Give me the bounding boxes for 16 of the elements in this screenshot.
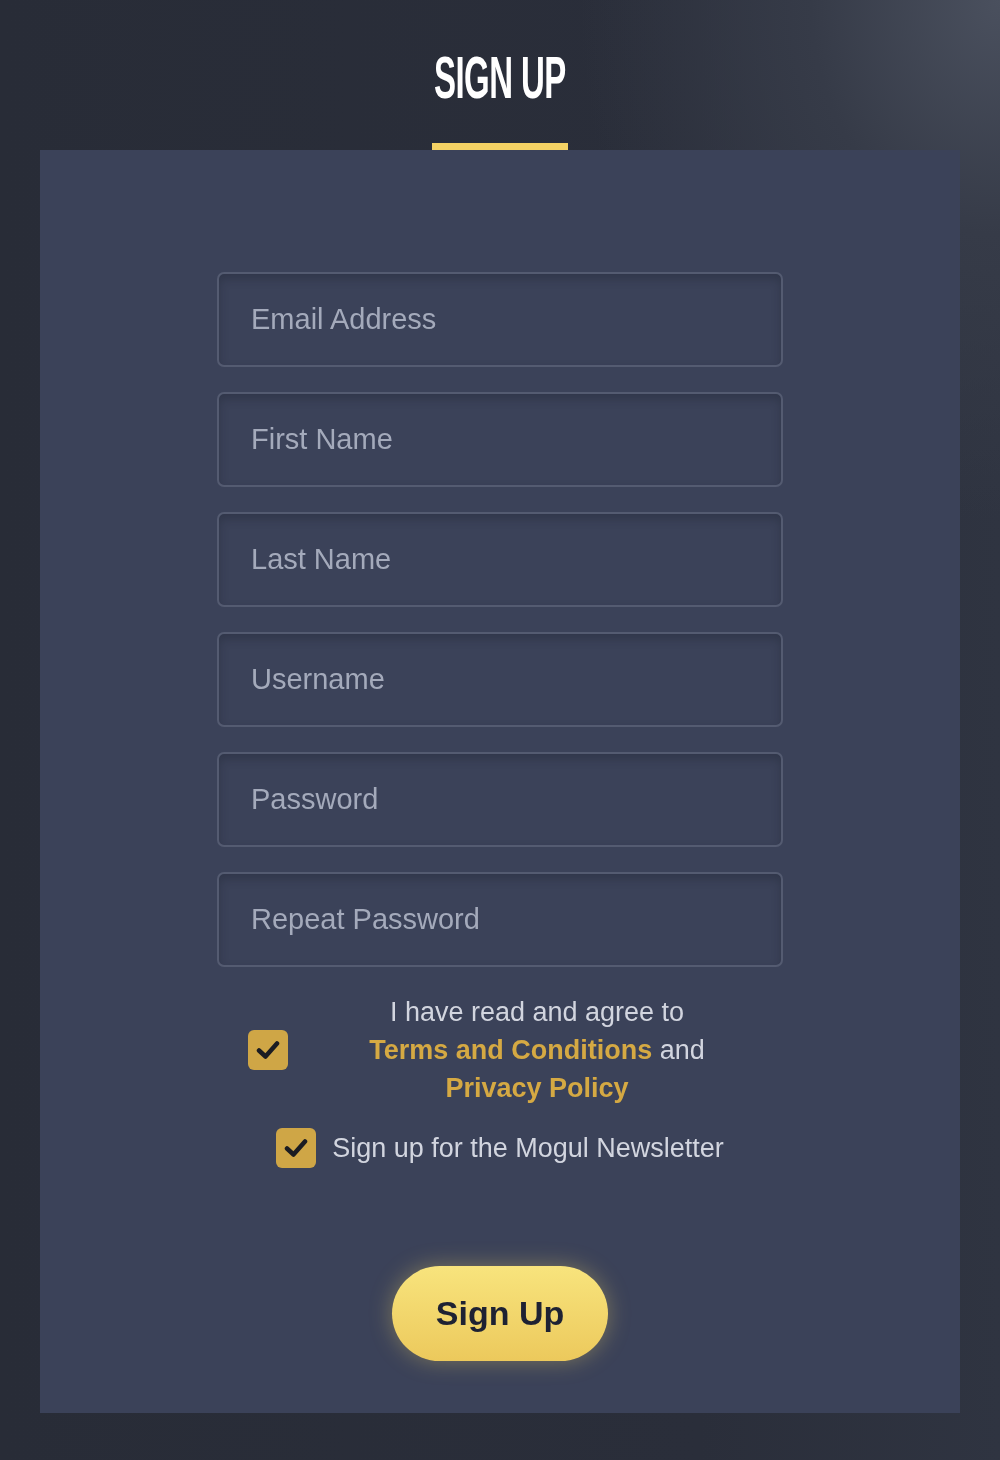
- checkmark-icon: [284, 1138, 309, 1158]
- input-field[interactable]: Password: [217, 752, 783, 847]
- text-link[interactable]: Terms and Conditions: [369, 1035, 653, 1065]
- checkbox[interactable]: [248, 1030, 288, 1070]
- text-link[interactable]: Privacy Policy: [445, 1073, 629, 1103]
- input-field[interactable]: First Name: [217, 392, 783, 487]
- input-field[interactable]: Repeat Password: [217, 872, 783, 967]
- checkbox[interactable]: [276, 1128, 317, 1168]
- page-title: SIGN UP: [434, 48, 566, 108]
- input-field[interactable]: Email Address: [217, 272, 783, 367]
- checkmark-icon: [256, 1040, 280, 1060]
- agreement-text: I have read and agree to Terms and Conditions and Privacy Policy: [368, 996, 706, 1105]
- sign-up-button[interactable]: Sign Up: [392, 1266, 608, 1361]
- input-field[interactable]: Username: [217, 632, 783, 727]
- input-field[interactable]: Last Name: [217, 512, 783, 607]
- agreement-text: Sign up for the Mogul Newsletter: [332, 1132, 724, 1165]
